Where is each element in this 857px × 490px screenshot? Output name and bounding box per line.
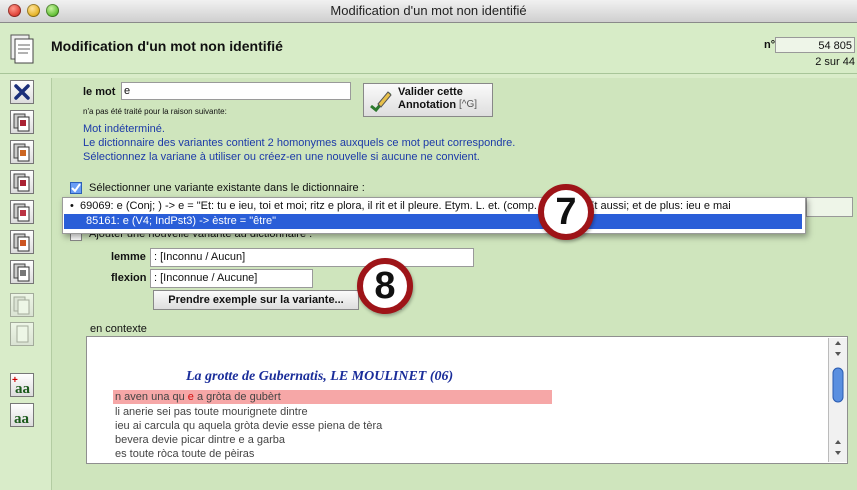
context-line-start: n aven una qu xyxy=(115,391,188,403)
context-line-end: a gròta de gubèrt xyxy=(193,391,281,403)
context-title: La grotte de Gubernatis, LE MOULINET (06… xyxy=(186,369,454,384)
annotation-marker-8: 8 xyxy=(357,258,413,314)
dropdown-option-highlighted[interactable]: 85161: e (V4; IndPst3) -> èstre = "être" xyxy=(64,214,802,229)
document-edit-icon xyxy=(8,33,36,65)
reason-intro: n'a pas été traité pour la raison suivan… xyxy=(83,107,227,116)
minimize-window-button[interactable] xyxy=(27,4,40,17)
lemme-field[interactable]: : [Inconnu / Aucun] xyxy=(150,248,474,267)
variant-field xyxy=(806,197,853,217)
zoom-window-button[interactable] xyxy=(46,4,59,17)
pager-text: 2 sur 44 xyxy=(815,56,855,68)
number-label: n° xyxy=(764,39,776,51)
pencil-check-icon xyxy=(368,88,394,113)
delete-x-icon[interactable] xyxy=(10,80,34,104)
annotation-icon[interactable]: aa xyxy=(10,403,34,427)
flexion-label: flexion xyxy=(111,272,147,284)
context-line: n aven una qu e a gròta de gubèrt xyxy=(115,391,281,403)
document-icon[interactable] xyxy=(10,230,34,254)
reason-line: Sélectionnez la variane à utiliser ou cr… xyxy=(83,151,480,163)
document-icon[interactable] xyxy=(10,170,34,194)
number-field: 54 805 xyxy=(775,37,855,53)
svg-text:+: + xyxy=(12,375,18,386)
prendre-exemple-button[interactable]: Prendre exemple sur la variante... xyxy=(153,290,359,310)
valider-label-line2: Annotation xyxy=(398,99,457,111)
close-window-button[interactable] xyxy=(8,4,21,17)
context-line: bevera devie picar dintre e a garba xyxy=(115,434,285,446)
context-scrollbar[interactable] xyxy=(828,338,847,462)
dropdown-option[interactable]: • 69069: e (Conj; ) -> e = "Et: tu e ieu… xyxy=(64,199,802,213)
context-label: en contexte xyxy=(90,323,147,335)
reason-line: Le dictionnaire des variantes contient 2… xyxy=(83,137,516,149)
select-variant-label: Sélectionner une variante existante dans… xyxy=(89,182,365,194)
document-icon[interactable] xyxy=(10,110,34,134)
mot-label: le mot xyxy=(83,86,116,98)
select-variant-checkbox[interactable] xyxy=(70,182,82,194)
document-icon[interactable] xyxy=(10,293,34,317)
reason-line: Mot indéterminé. xyxy=(83,123,165,135)
document-icon[interactable] xyxy=(10,260,34,284)
valider-shortcut: [^G] xyxy=(459,99,478,110)
svg-text:aa: aa xyxy=(14,411,30,426)
dropdown-option-text: 69069: e (Conj; ) -> e = "Et: tu e ieu, … xyxy=(79,200,731,212)
valider-label-line1: Valider cette xyxy=(398,86,463,98)
lemme-label: lemme xyxy=(111,251,146,263)
document-icon[interactable] xyxy=(10,140,34,164)
context-line: ieu ai carcula qu aquela gròta devie ess… xyxy=(115,420,383,432)
context-line: es toute ròca toute de pèiras xyxy=(115,448,255,460)
window-title: Modification d'un mot non identifié xyxy=(330,3,527,18)
page-title: Modification d'un mot non identifié xyxy=(51,38,283,54)
context-line: li anerie sei pas toute mourignete dintr… xyxy=(115,406,308,418)
annotation-marker-7: 7 xyxy=(538,184,594,240)
window-titlebar: Modification d'un mot non identifié xyxy=(0,0,857,23)
add-annotation-icon[interactable]: aa + xyxy=(10,373,34,397)
mot-input[interactable]: e xyxy=(121,82,351,100)
selected-bullet: • xyxy=(70,200,80,212)
flexion-field[interactable]: : [Inconnue / Aucune] xyxy=(150,269,313,288)
document-icon[interactable] xyxy=(10,200,34,224)
document-icon[interactable] xyxy=(10,322,34,346)
